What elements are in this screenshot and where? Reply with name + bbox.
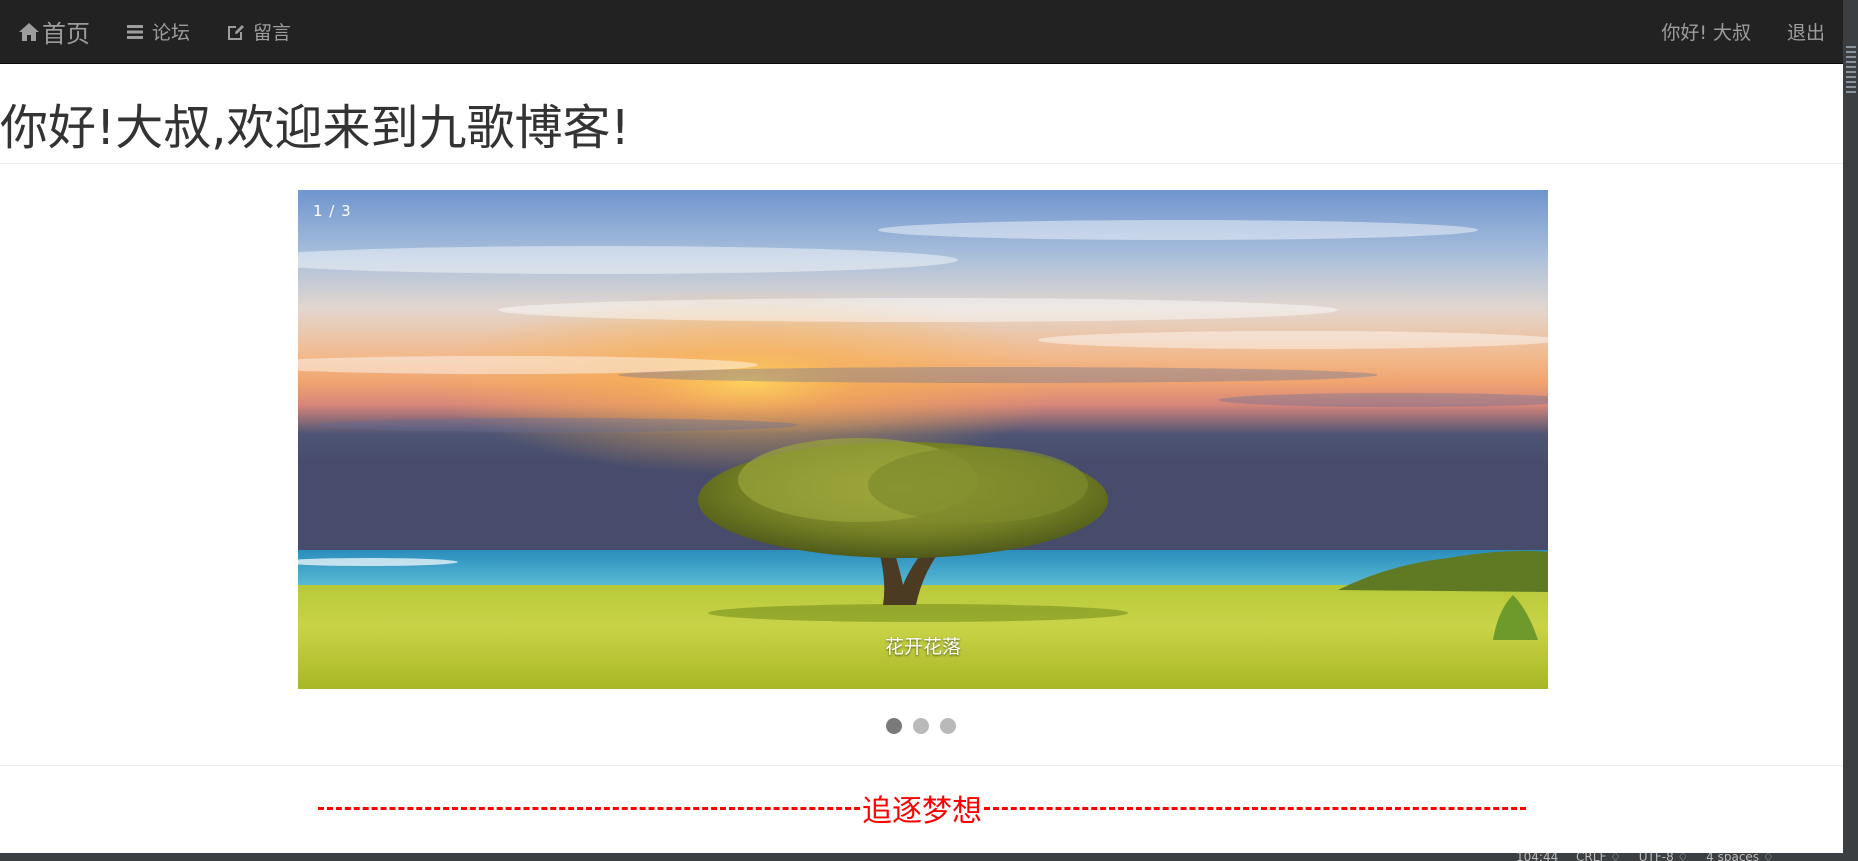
logout-link[interactable]: 退出 <box>1787 0 1825 63</box>
nav-left-group: 首页 论坛 留言 <box>0 0 291 63</box>
dash-line-left <box>318 806 860 810</box>
status-position[interactable]: 104:44 <box>1516 853 1558 861</box>
status-bar-text: 104:44 CRLF ♢ UTF-8 ♢ 4 spaces ♢ <box>1516 853 1788 861</box>
user-greeting-link[interactable]: 你好! 大叔 <box>1661 0 1751 63</box>
list-icon <box>126 24 144 40</box>
nav-forum-label: 论坛 <box>152 22 191 44</box>
editor-edge-marks <box>1846 46 1856 96</box>
carousel-indicators <box>886 718 956 734</box>
editor-edge-strip <box>1843 0 1858 861</box>
slide-image <box>298 190 1548 689</box>
nav-message-link[interactable]: 留言 <box>226 0 291 63</box>
dream-banner: 追逐梦想 <box>318 786 1526 830</box>
slide-caption: 花开花落 <box>884 636 961 658</box>
status-line-ending[interactable]: CRLF ♢ <box>1576 853 1621 861</box>
nav-forum-link[interactable]: 论坛 <box>126 0 190 63</box>
carousel-dot-1[interactable] <box>886 718 902 734</box>
carousel-dot-2[interactable] <box>913 718 929 734</box>
home-icon <box>18 21 40 43</box>
nav-message-label: 留言 <box>253 22 292 44</box>
status-indent[interactable]: 4 spaces ♢ <box>1706 853 1773 861</box>
status-encoding[interactable]: UTF-8 ♢ <box>1639 853 1689 861</box>
slide-counter: 1 / 3 <box>313 202 352 220</box>
top-navbar: 首页 论坛 留言 你好! 大叔 退出 <box>0 0 1843 64</box>
page-title: 你好!大叔,欢迎来到九歌博客! <box>0 100 630 156</box>
edit-icon <box>226 23 245 41</box>
editor-status-bar: 104:44 CRLF ♢ UTF-8 ♢ 4 spaces ♢ <box>0 853 1858 861</box>
nav-home-link[interactable]: 首页 <box>0 0 90 63</box>
nav-right-group: 你好! 大叔 退出 <box>1661 0 1843 63</box>
dream-text: 追逐梦想 <box>862 794 982 829</box>
page: 首页 论坛 留言 你好! 大叔 退出 你好!大叔,欢迎来到九歌博客! 1 / 3… <box>0 0 1858 861</box>
page-header: 你好!大叔,欢迎来到九歌博客! <box>0 64 1843 164</box>
image-carousel[interactable]: 1 / 3 花开花落 <box>298 190 1548 689</box>
carousel-dot-3[interactable] <box>940 718 956 734</box>
nav-home-label: 首页 <box>42 20 90 48</box>
dash-line-right <box>984 806 1526 810</box>
section-divider <box>0 765 1843 766</box>
